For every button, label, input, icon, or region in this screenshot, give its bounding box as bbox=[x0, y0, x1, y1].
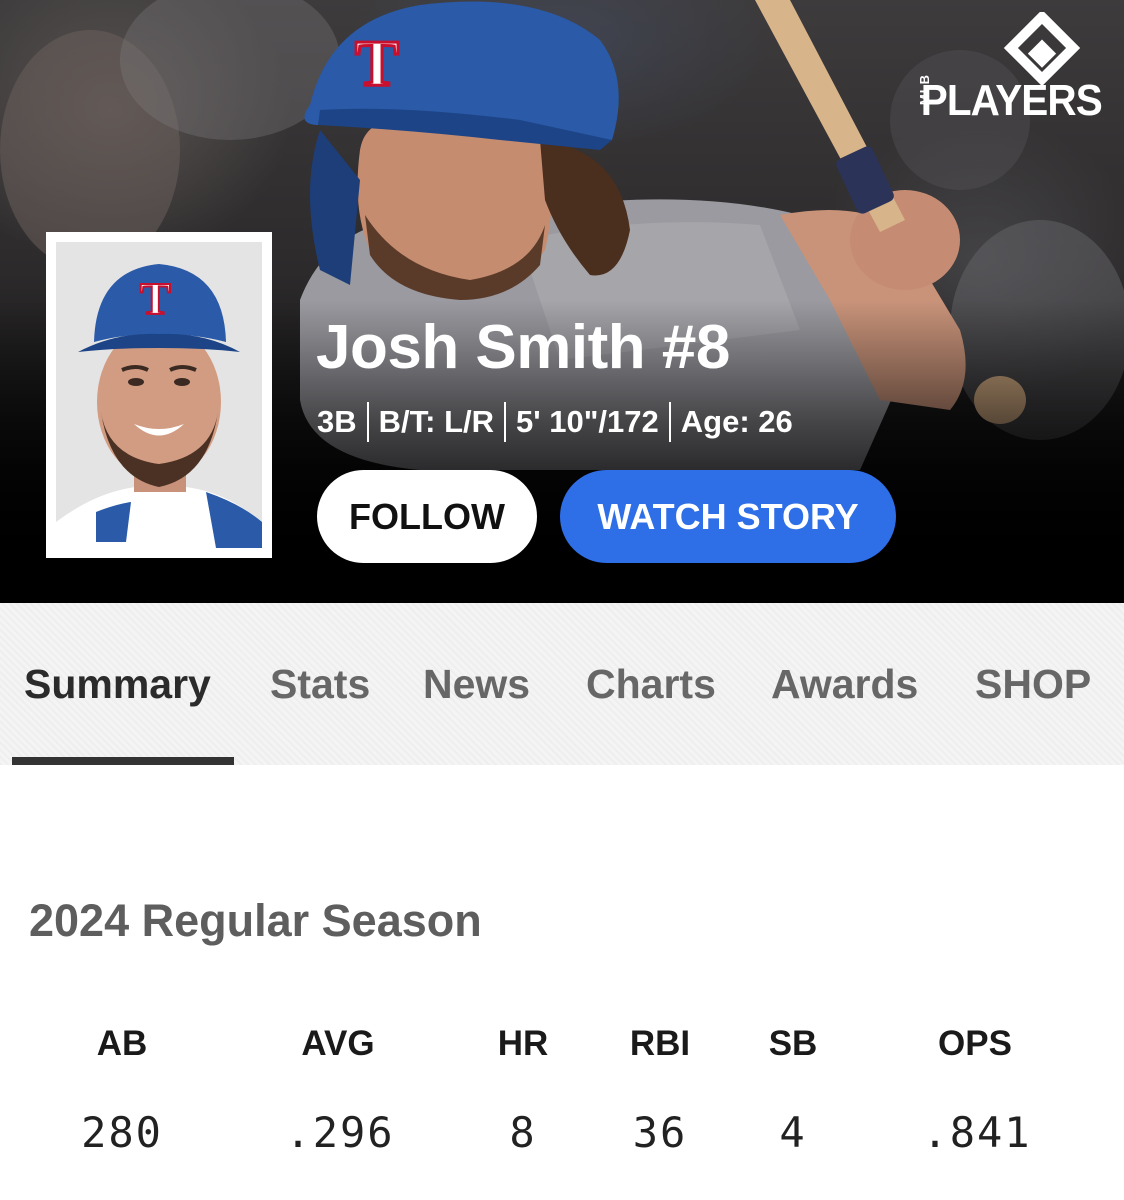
cap-logo-letter: T bbox=[355, 27, 399, 100]
season-title: 2024 Regular Season bbox=[29, 895, 482, 946]
stat-value-hr: 8 bbox=[509, 1108, 537, 1157]
headshot-cap-letter: T bbox=[140, 273, 171, 324]
player-headshot: T bbox=[56, 242, 262, 548]
stat-value-rbi: 36 bbox=[632, 1108, 688, 1157]
tab-news[interactable]: News bbox=[423, 661, 530, 708]
bio-height-weight: 5' 10"/172 bbox=[516, 404, 659, 439]
active-tab-indicator bbox=[12, 757, 234, 765]
player-bio-line: 3B B/T: L/R 5' 10"/172 Age: 26 bbox=[317, 402, 793, 442]
brand-name: PLAYERS bbox=[920, 76, 1103, 125]
stat-value-ops: .841 bbox=[922, 1108, 1032, 1157]
bio-position: 3B bbox=[317, 404, 357, 439]
profile-tab-bar: Summary Stats News Charts Awards SHOP bbox=[0, 603, 1124, 765]
stat-label-avg: AVG bbox=[301, 1024, 375, 1063]
player-hero: T MLB PLAYERS T Josh Smith #8 3B B/T: L/… bbox=[0, 0, 1124, 603]
stat-label-sb: SB bbox=[768, 1024, 818, 1063]
tab-summary[interactable]: Summary bbox=[24, 661, 211, 708]
stat-label-ab: AB bbox=[96, 1024, 148, 1063]
stat-value-ab: 280 bbox=[81, 1108, 163, 1157]
bio-divider bbox=[504, 402, 507, 442]
tab-stats[interactable]: Stats bbox=[270, 661, 370, 708]
stat-value-avg: .296 bbox=[285, 1108, 395, 1157]
bio-divider bbox=[668, 402, 671, 442]
bio-divider bbox=[366, 402, 369, 442]
follow-button[interactable]: FOLLOW bbox=[317, 470, 537, 563]
stat-label-ops: OPS bbox=[938, 1024, 1012, 1063]
player-name: Josh Smith #8 bbox=[316, 313, 730, 382]
bio-age: Age: 26 bbox=[680, 404, 793, 439]
tab-charts[interactable]: Charts bbox=[586, 661, 716, 708]
stat-label-hr: HR bbox=[497, 1024, 549, 1063]
watch-story-button[interactable]: WATCH STORY bbox=[560, 470, 896, 563]
stat-label-rbi: RBI bbox=[629, 1024, 691, 1063]
player-headshot-frame: T bbox=[46, 232, 272, 558]
tab-awards[interactable]: Awards bbox=[771, 661, 918, 708]
tab-shop[interactable]: SHOP bbox=[975, 661, 1091, 708]
bio-bats-throws: B/T: L/R bbox=[378, 404, 495, 439]
stat-value-sb: 4 bbox=[779, 1108, 807, 1157]
